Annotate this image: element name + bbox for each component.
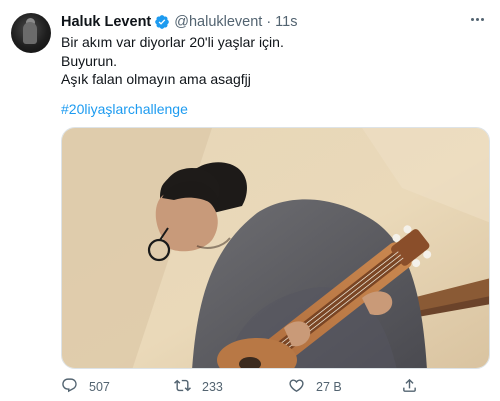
retweet-icon <box>174 377 191 397</box>
share-button[interactable] <box>401 377 429 397</box>
like-button[interactable]: 27 B <box>288 377 342 397</box>
retweet-count: 233 <box>202 380 223 394</box>
tweet-text-line: Bir akım var diyorlar 20'li yaşlar için. <box>61 34 284 50</box>
tweet-header: Haluk Levent @haluklevent · 11s <box>61 13 297 31</box>
share-icon <box>401 377 418 397</box>
like-count: 27 B <box>316 380 342 394</box>
tweet-text-line: Buyurun. <box>61 52 118 69</box>
tweet-photo[interactable] <box>61 127 490 369</box>
author-handle[interactable]: @haluklevent <box>174 14 262 30</box>
tweet-text: Bir akım var diyorlar 20'li yaşlar için.… <box>61 33 481 89</box>
header-separator: · <box>266 14 272 30</box>
retweet-button[interactable]: 233 <box>174 377 223 397</box>
reply-count: 507 <box>89 380 110 394</box>
tweet-text-line: Aşık falan olmayın ama asagfjj <box>61 71 251 87</box>
more-options-icon[interactable] <box>466 10 488 28</box>
hashtag-link[interactable]: #20liyaşlarchallenge <box>61 101 188 117</box>
verified-badge-icon <box>154 14 170 30</box>
reply-button[interactable]: 507 <box>61 377 110 397</box>
heart-icon <box>288 377 305 397</box>
avatar[interactable] <box>11 13 51 53</box>
avatar-figure-body <box>23 22 37 44</box>
tweet-card[interactable]: Haluk Levent @haluklevent · 11s Bir akım… <box>0 0 500 401</box>
tweet-actions: 507 233 27 B <box>61 377 481 397</box>
author-name[interactable]: Haluk Levent <box>61 14 151 30</box>
reply-icon <box>61 377 78 397</box>
tweet-timestamp[interactable]: 11s <box>275 14 297 30</box>
photo-image <box>62 128 489 368</box>
